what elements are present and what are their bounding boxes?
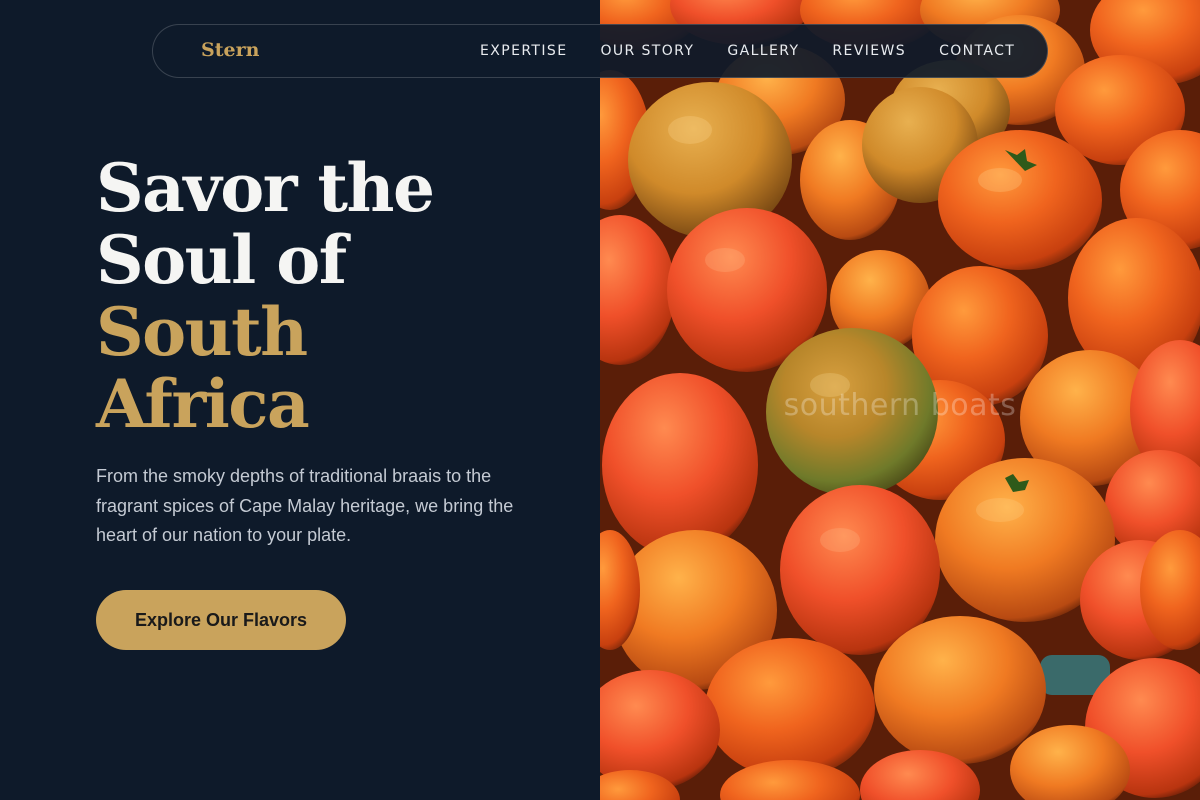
hero-headline: Savor the Soul of South Africa <box>96 152 576 440</box>
photo-watermark: southern boats <box>783 388 1017 423</box>
nav-link-gallery[interactable]: GALLERY <box>727 43 799 59</box>
nav-link-our-story[interactable]: OUR STORY <box>600 43 694 59</box>
explore-flavors-button[interactable]: Explore Our Flavors <box>96 590 346 650</box>
top-navbar: Stern EXPERTISE OUR STORY GALLERY REVIEW… <box>152 24 1048 78</box>
nav-link-reviews[interactable]: REVIEWS <box>832 43 906 59</box>
nav-links: EXPERTISE OUR STORY GALLERY REVIEWS CONT… <box>480 25 1048 77</box>
headline-line-2: Soul of <box>96 221 347 299</box>
hero-subtext: From the smoky depths of traditional bra… <box>96 466 514 545</box>
headline-line-4: Africa <box>96 365 310 443</box>
headline-line-3: South <box>96 293 308 371</box>
brand-logo[interactable]: Stern <box>201 39 259 61</box>
nav-link-contact[interactable]: CONTACT <box>939 43 1015 59</box>
headline-line-1: Savor the <box>96 149 435 227</box>
nav-link-expertise[interactable]: EXPERTISE <box>480 43 567 59</box>
